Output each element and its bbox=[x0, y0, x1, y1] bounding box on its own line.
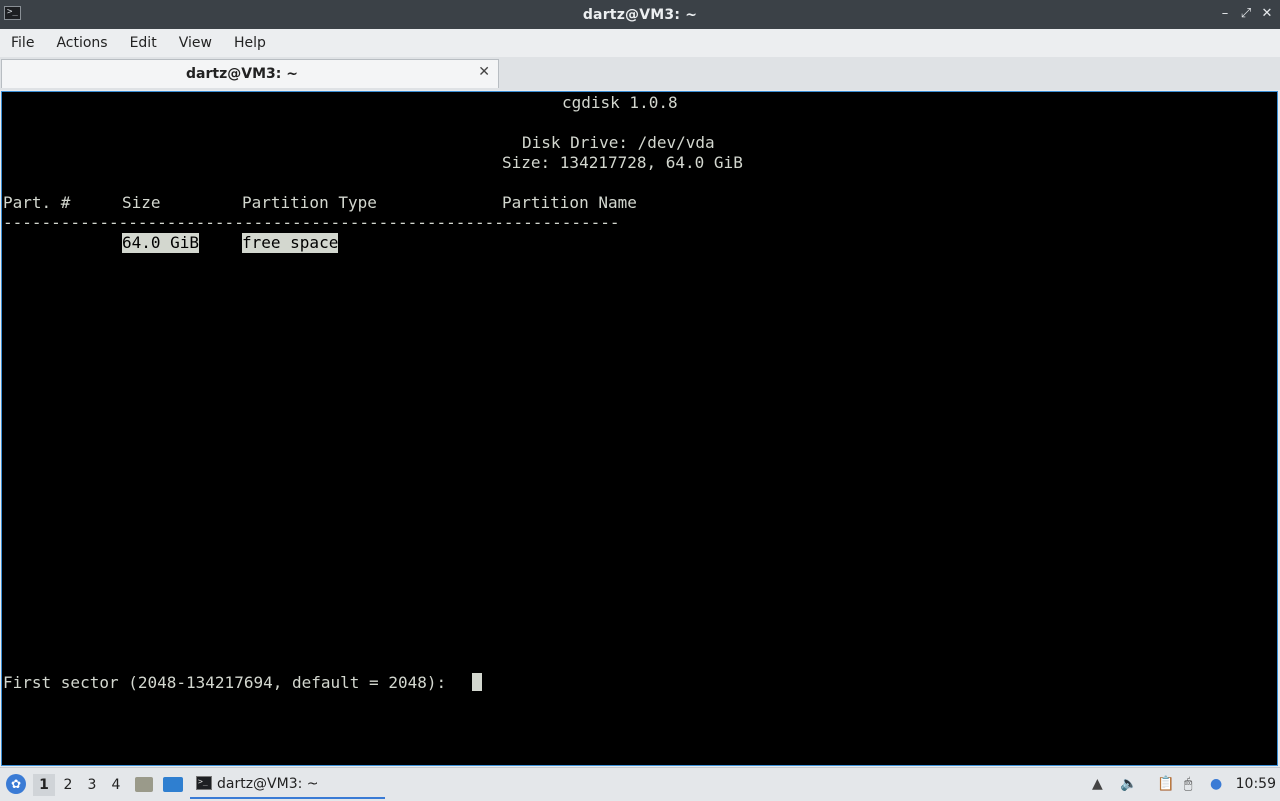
minimize-icon[interactable]: – bbox=[1216, 5, 1234, 23]
workspace-3[interactable]: 3 bbox=[81, 774, 103, 796]
table-separator: ----------------------------------------… bbox=[3, 213, 620, 232]
tray-up-icon[interactable]: ▲ bbox=[1092, 776, 1103, 792]
taskbar-task-terminal[interactable]: >_ dartz@VM3: ~ bbox=[190, 770, 385, 799]
terminal-tab[interactable]: dartz@VM3: ~ ✕ bbox=[1, 59, 499, 88]
disk-drive-line: Disk Drive: /dev/vda bbox=[522, 133, 715, 152]
menu-edit[interactable]: Edit bbox=[119, 29, 168, 57]
file-manager-icon[interactable] bbox=[135, 777, 153, 792]
text-cursor[interactable] bbox=[472, 673, 482, 691]
menu-view[interactable]: View bbox=[168, 29, 223, 57]
clock[interactable]: 10:59 bbox=[1236, 776, 1276, 792]
window-titlebar: >_ dartz@VM3: ~ – ⤢ ✕ bbox=[0, 0, 1280, 30]
network-icon[interactable]: 🖱 bbox=[1184, 776, 1192, 792]
task-label: dartz@VM3: ~ bbox=[217, 776, 319, 792]
show-desktop-icon[interactable] bbox=[163, 777, 183, 792]
terminal-app-icon[interactable]: >_ bbox=[4, 6, 21, 20]
menu-actions[interactable]: Actions bbox=[45, 29, 118, 57]
cgdisk-title: cgdisk 1.0.8 bbox=[562, 93, 678, 112]
notification-icon[interactable]: ● bbox=[1210, 776, 1222, 792]
maximize-icon[interactable]: ⤢ bbox=[1237, 5, 1255, 23]
col-size: Size bbox=[122, 193, 161, 212]
menu-bar: File Actions Edit View Help bbox=[0, 29, 1280, 57]
menu-help[interactable]: Help bbox=[223, 29, 277, 57]
clipboard-icon[interactable]: 📋 bbox=[1157, 776, 1174, 792]
volume-icon[interactable]: 🔈 bbox=[1120, 776, 1137, 792]
col-partition-type: Partition Type bbox=[242, 193, 377, 212]
col-partition-name: Partition Name bbox=[502, 193, 637, 212]
workspace-2[interactable]: 2 bbox=[57, 774, 79, 796]
window-title: dartz@VM3: ~ bbox=[582, 6, 698, 23]
row-size[interactable]: 64.0 GiB bbox=[122, 233, 200, 253]
disk-size-line: Size: 134217728, 64.0 GiB bbox=[502, 153, 743, 172]
workspace-1[interactable]: 1 bbox=[33, 774, 55, 796]
close-icon[interactable]: ✕ bbox=[478, 64, 490, 80]
taskbar: ✿ 1 2 3 4 >_ dartz@VM3: ~ ▲ 🔈 📋 🖱 ● 10:5… bbox=[0, 767, 1280, 801]
tab-bar: dartz@VM3: ~ ✕ bbox=[0, 57, 1280, 90]
col-part-num: Part. # bbox=[3, 193, 71, 212]
row-type[interactable]: free space bbox=[242, 233, 339, 253]
tab-label: dartz@VM3: ~ bbox=[186, 66, 298, 82]
menu-file[interactable]: File bbox=[0, 29, 45, 57]
start-menu-icon[interactable]: ✿ bbox=[6, 774, 26, 794]
close-window-icon[interactable]: ✕ bbox=[1258, 5, 1276, 23]
first-sector-prompt: First sector (2048-134217694, default = … bbox=[3, 673, 456, 692]
workspace-4[interactable]: 4 bbox=[105, 774, 127, 796]
terminal-view[interactable]: cgdisk 1.0.8 Disk Drive: /dev/vda Size: … bbox=[1, 91, 1278, 766]
terminal-task-icon: >_ bbox=[196, 776, 212, 790]
